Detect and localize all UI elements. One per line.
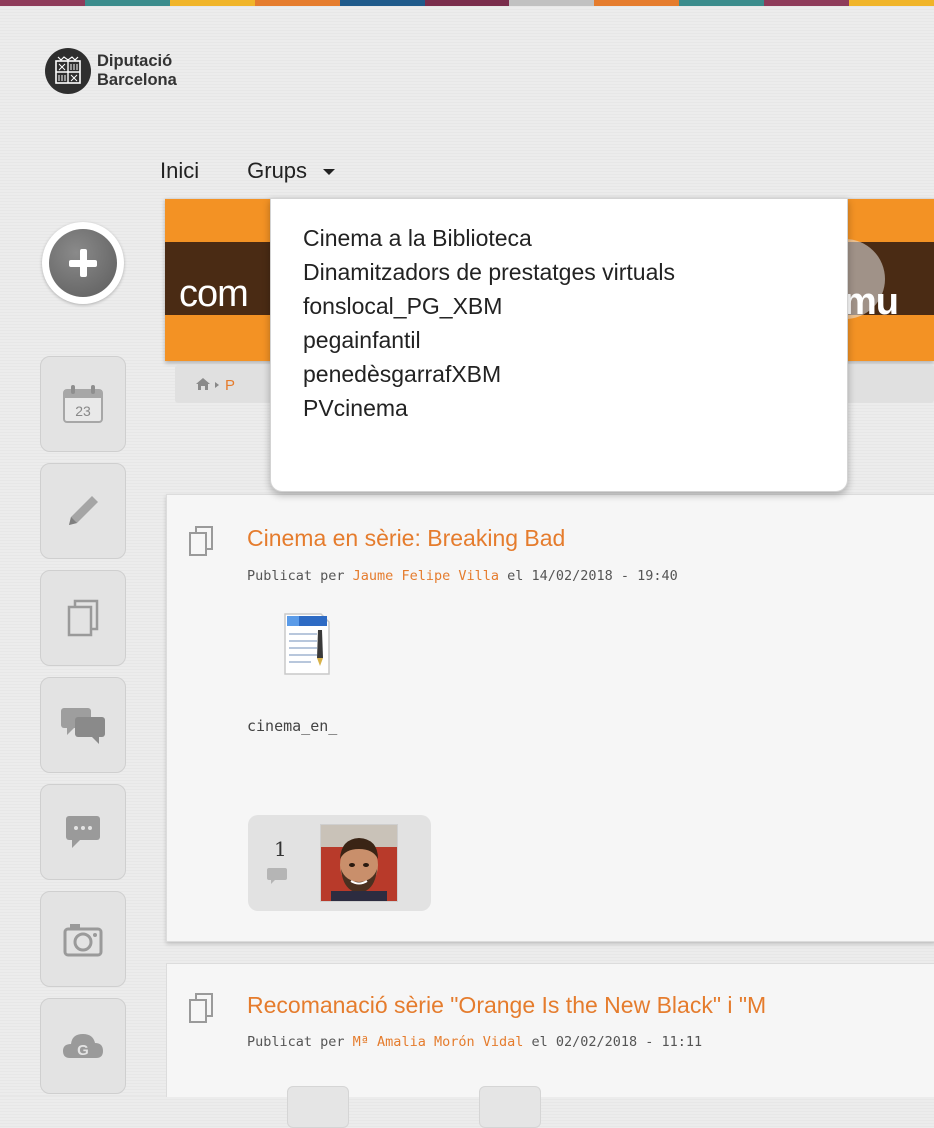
sidebar-drive-button[interactable]: G (40, 998, 126, 1094)
attachment-thumbnail[interactable] (287, 1086, 349, 1128)
main-nav: Inici Grups (160, 158, 383, 184)
comments-summary[interactable]: 1 (248, 815, 431, 911)
pencil-icon (69, 496, 98, 525)
organization-name-line1: Diputació (97, 52, 173, 70)
top-stripe-segment (594, 0, 680, 6)
sidebar-comments-button[interactable] (40, 784, 126, 880)
post-title[interactable]: Recomanació sèrie "Orange Is the New Bla… (247, 992, 766, 1019)
breadcrumb-current[interactable]: P (225, 377, 235, 394)
post-title[interactable]: Cinema en sèrie: Breaking Bad (247, 525, 565, 552)
home-icon[interactable] (195, 377, 211, 396)
top-stripe-segment (0, 0, 85, 6)
comment-bubble-icon (266, 867, 288, 890)
post-card: Recomanació sèrie "Orange Is the New Bla… (166, 963, 934, 1128)
svg-text:G: G (77, 1042, 89, 1059)
avatar[interactable] (320, 824, 398, 902)
groups-list: Cinema a la Biblioteca Dinamitzadors de p… (271, 199, 847, 425)
post-meta: Publicat per Mª Amalia Morón Vidal el 02… (247, 1034, 702, 1050)
post-author-link[interactable]: Jaume Felipe Villa (353, 568, 499, 584)
documents-icon (67, 599, 99, 637)
attachment-name[interactable]: cinema_en_ (247, 717, 337, 735)
nav-groups-label: Grups (247, 158, 308, 183)
post-meta-prefix: Publicat per (247, 1034, 353, 1050)
top-stripe-segment (254, 0, 340, 6)
sidebar-write-button[interactable] (40, 463, 126, 559)
camera-icon (63, 924, 103, 957)
attachment-thumbnail[interactable] (247, 610, 367, 685)
top-stripe-segment (424, 0, 510, 6)
comment-icon (66, 816, 100, 848)
post-card: Cinema en sèrie: Breaking Bad Publicat p… (166, 494, 934, 942)
chat-bubbles-icon (61, 708, 105, 744)
post-date: el 02/02/2018 - 11:11 (523, 1034, 703, 1050)
groups-menu-item[interactable]: fonslocal_PG_XBM (303, 289, 847, 323)
document-icon (187, 525, 215, 564)
document-icon (187, 992, 215, 1031)
calendar-icon: 23 (63, 385, 103, 423)
caret-down-icon (323, 169, 336, 176)
groups-dropdown-menu: Cinema a la Biblioteca Dinamitzadors de p… (270, 198, 848, 492)
breadcrumb-separator-icon (215, 382, 219, 388)
sidebar-documents-button[interactable] (40, 570, 126, 666)
groups-menu-item[interactable]: Cinema a la Biblioteca (303, 221, 847, 255)
organization-name-line2: Barcelona (97, 71, 177, 89)
plus-icon (49, 229, 117, 297)
groups-menu-item[interactable]: pegainfantil (303, 323, 847, 357)
diputacio-seal-icon (45, 48, 91, 94)
spreadsheet-file-icon (284, 613, 330, 675)
organization-name: Diputació Barcelona (97, 52, 177, 90)
left-sidebar: 23 G (40, 356, 126, 1096)
calendar-day: 23 (75, 403, 91, 419)
top-color-stripe (0, 0, 934, 6)
nav-home[interactable]: Inici (160, 158, 199, 184)
groups-menu-item[interactable]: Dinamitzadors de prestatges virtuals (303, 255, 847, 289)
post-meta: Publicat per Jaume Felipe Villa el 14/02… (247, 568, 678, 584)
top-stripe-segment (764, 0, 850, 6)
post-date: el 14/02/2018 - 19:40 (498, 568, 678, 584)
sidebar-photos-button[interactable] (40, 891, 126, 987)
banner-text-left: com (179, 273, 249, 315)
banner-text-right: mu (843, 281, 899, 323)
top-stripe-segment (339, 0, 425, 6)
groups-menu-item[interactable]: PVcinema (303, 391, 847, 425)
add-content-button[interactable] (42, 222, 124, 304)
top-stripe-segment (84, 0, 170, 6)
top-stripe-segment (509, 0, 595, 6)
sidebar-forum-button[interactable] (40, 677, 126, 773)
top-stripe-segment (169, 0, 255, 6)
top-stripe-segment (849, 0, 934, 6)
top-stripe-segment (679, 0, 765, 6)
comment-count: 1 (274, 837, 287, 861)
post-meta-prefix: Publicat per (247, 568, 353, 584)
nav-groups[interactable]: Grups (247, 158, 336, 184)
groups-menu-item[interactable]: penedèsgarrafXBM (303, 357, 847, 391)
post-author-link[interactable]: Mª Amalia Morón Vidal (353, 1034, 524, 1050)
sidebar-calendar-button[interactable]: 23 (40, 356, 126, 452)
google-drive-icon: G (63, 1034, 103, 1059)
organization-logo[interactable]: Diputació Barcelona (45, 48, 177, 94)
attachment-thumbnail[interactable] (479, 1086, 541, 1128)
